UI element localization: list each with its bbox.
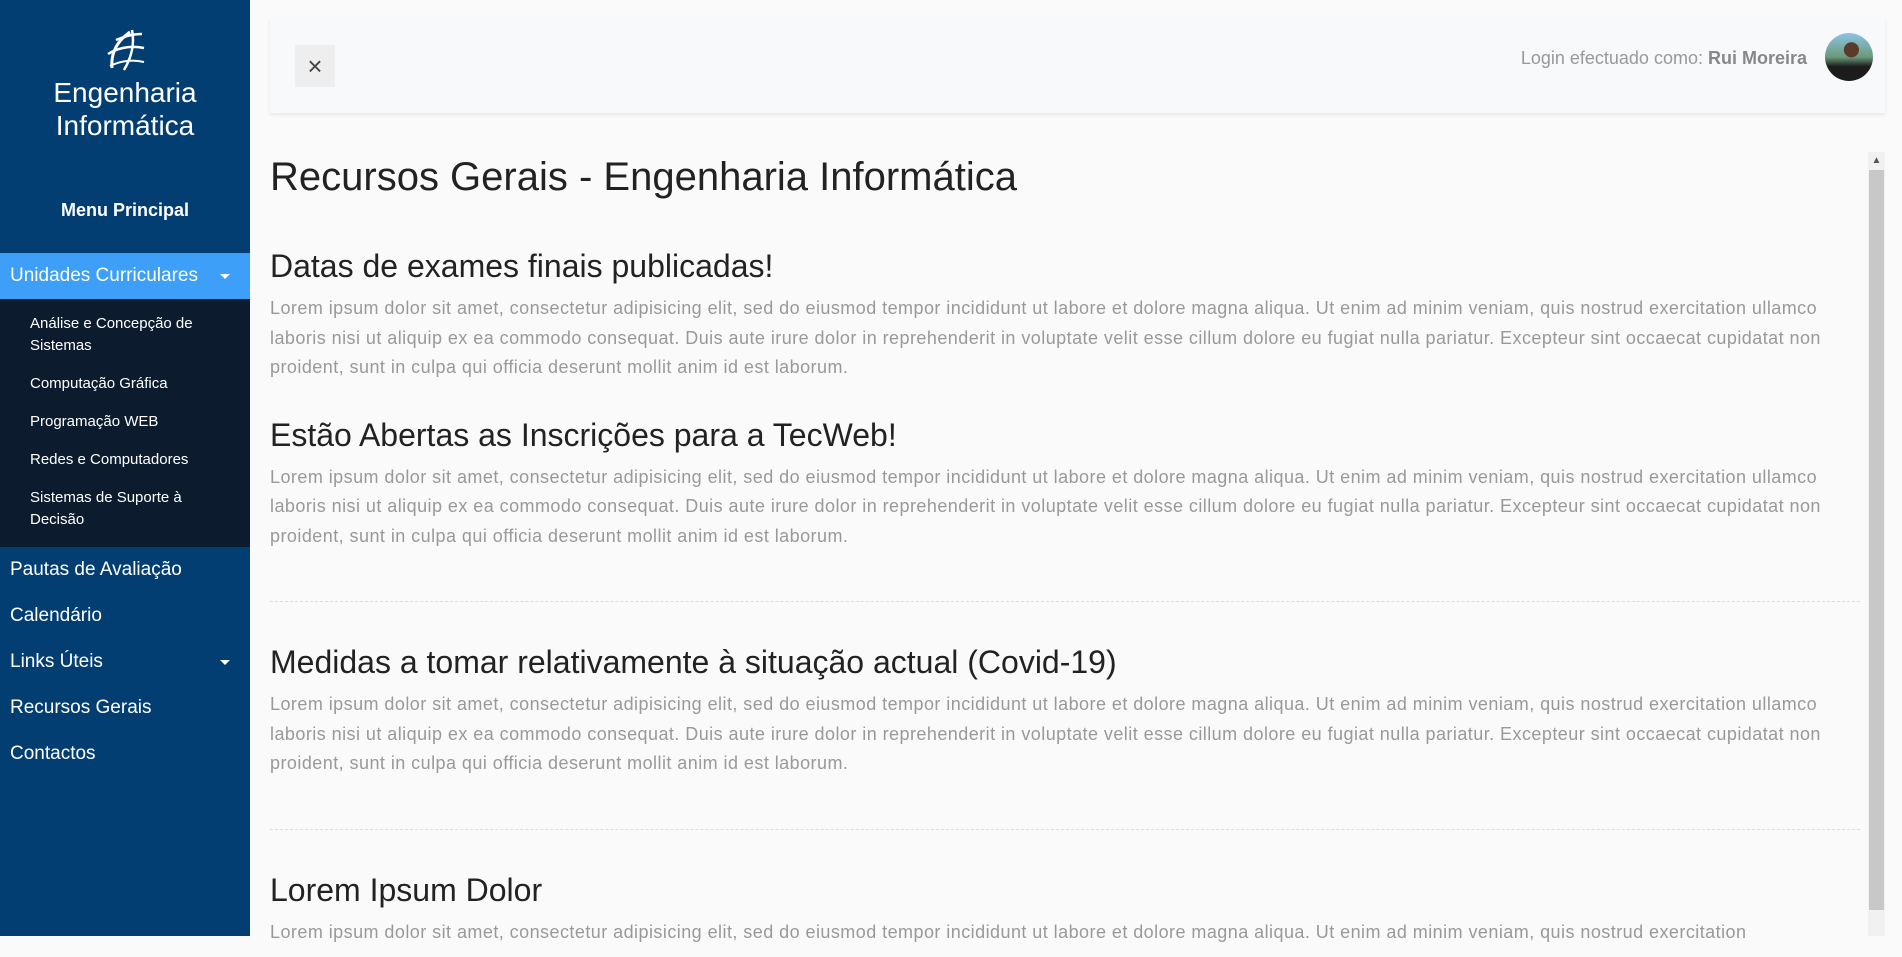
brand-name: Engenharia Informática: [0, 76, 250, 142]
nav-item-contactos[interactable]: Contactos: [0, 731, 250, 777]
main-nav: Unidades Curriculares Análise e Concepçã…: [0, 253, 250, 777]
submenu-item[interactable]: Computação Gráfica: [0, 365, 250, 403]
top-header: × Login efectuado como: Rui Moreira: [270, 18, 1885, 113]
close-icon: ×: [307, 51, 322, 81]
nav-item-label: Unidades Curriculares: [10, 265, 198, 286]
scroll-up-arrow-icon[interactable]: ▲: [1868, 152, 1885, 169]
article-body: Lorem ipsum dolor sit amet, consectetur …: [270, 918, 1830, 948]
article-title: Datas de exames finais publicadas!: [270, 246, 1860, 286]
caret-down-icon: [220, 660, 230, 665]
menu-title: Menu Principal: [0, 200, 250, 221]
login-status: Login efectuado como: Rui Moreira: [1521, 46, 1807, 70]
article: Lorem Ipsum Dolor Lorem ipsum dolor sit …: [270, 870, 1860, 957]
article: Medidas a tomar relativamente à situação…: [270, 642, 1860, 789]
page-title: Recursos Gerais - Engenharia Informática: [270, 152, 1860, 202]
login-prefix: Login efectuado como:: [1521, 48, 1708, 68]
article-title: Medidas a tomar relativamente à situação…: [270, 642, 1860, 682]
submenu-item[interactable]: Redes e Computadores: [0, 441, 250, 479]
nav-item-unidades-curriculares[interactable]: Unidades Curriculares: [0, 253, 250, 299]
scrollbar[interactable]: ▲: [1868, 152, 1885, 936]
submenu-item[interactable]: Análise e Concepção de Sistemas: [0, 305, 250, 365]
submenu-item[interactable]: Sistemas de Suporte à Decisão: [0, 479, 250, 539]
logo-icon: [102, 26, 148, 72]
article-title: Estão Abertas as Inscrições para a TecWe…: [270, 415, 1860, 455]
nav-item-links-uteis[interactable]: Links Úteis: [0, 639, 250, 685]
article-body: Lorem ipsum dolor sit amet, consectetur …: [270, 690, 1830, 779]
main-content: Recursos Gerais - Engenharia Informática…: [270, 140, 1860, 957]
article: Estão Abertas as Inscrições para a TecWe…: [270, 415, 1860, 562]
scrollbar-thumb[interactable]: [1869, 170, 1884, 910]
nav-item-recursos-gerais[interactable]: Recursos Gerais: [0, 685, 250, 731]
article-title: Lorem Ipsum Dolor: [270, 870, 1860, 910]
divider: [270, 601, 1860, 602]
article-body: Lorem ipsum dolor sit amet, consectetur …: [270, 294, 1830, 383]
logo[interactable]: Engenharia Informática: [0, 26, 250, 142]
brand-line: Informática: [0, 109, 250, 142]
submenu: Análise e Concepção de Sistemas Computaç…: [0, 299, 250, 547]
submenu-item[interactable]: Programação WEB: [0, 403, 250, 441]
nav-item-pautas[interactable]: Pautas de Avaliação: [0, 547, 250, 593]
avatar[interactable]: [1825, 33, 1873, 81]
caret-down-icon: [220, 274, 230, 279]
user-name[interactable]: Rui Moreira: [1708, 48, 1807, 68]
nav-item-label: Links Úteis: [10, 651, 103, 672]
sidebar: Engenharia Informática Menu Principal Un…: [0, 0, 250, 936]
close-sidebar-button[interactable]: ×: [295, 45, 335, 87]
article: Datas de exames finais publicadas! Lorem…: [270, 246, 1860, 393]
divider: [270, 829, 1860, 830]
article-body: Lorem ipsum dolor sit amet, consectetur …: [270, 463, 1830, 552]
brand-line: Engenharia: [0, 76, 250, 109]
nav-item-calendario[interactable]: Calendário: [0, 593, 250, 639]
